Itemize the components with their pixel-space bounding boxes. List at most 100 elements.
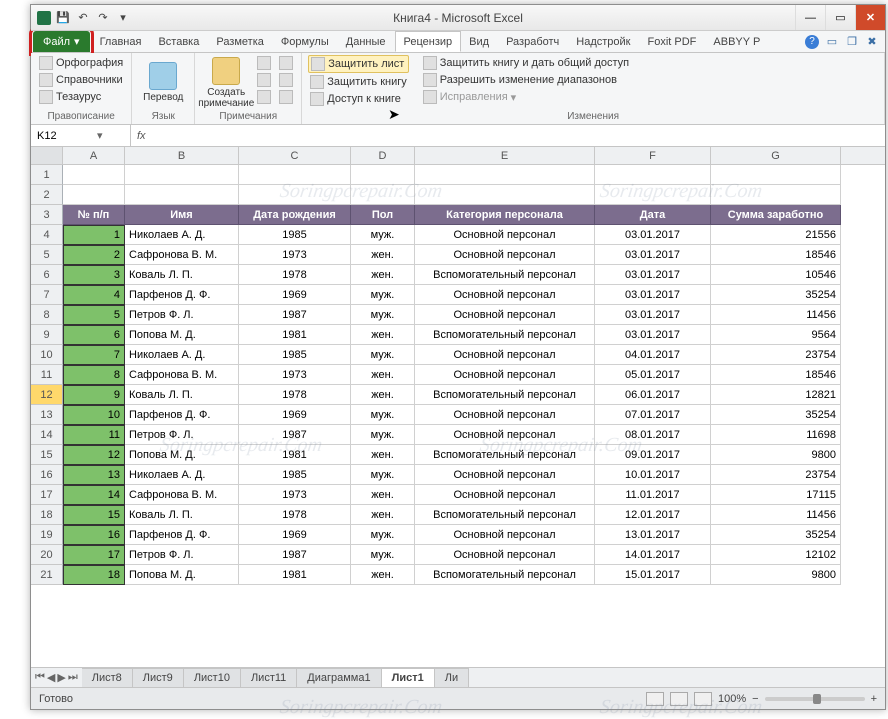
sheet-tab[interactable]: Лист11 (241, 668, 297, 687)
col-header-C[interactable]: C (239, 147, 351, 164)
cell[interactable]: 03.01.2017 (595, 245, 711, 265)
next-comment-button[interactable] (255, 89, 273, 105)
cell[interactable]: муж. (351, 545, 415, 565)
cell[interactable]: 1973 (239, 485, 351, 505)
cell[interactable]: жен. (351, 485, 415, 505)
ribbon-tab-9[interactable]: Foxit PDF (640, 31, 706, 52)
cell[interactable]: жен. (351, 245, 415, 265)
sheet-tab[interactable]: Диаграмма1 (297, 668, 381, 687)
ribbon-minimize-icon[interactable]: ▭ (825, 35, 839, 49)
cell[interactable]: 1981 (239, 445, 351, 465)
cell[interactable]: 1969 (239, 285, 351, 305)
cell[interactable]: № п/п (63, 205, 125, 225)
cell[interactable] (125, 185, 239, 205)
cell[interactable]: 10 (63, 405, 125, 425)
cell[interactable]: Николаев А. Д. (125, 225, 239, 245)
cell[interactable]: 12102 (711, 545, 841, 565)
cell[interactable]: Парфенов Д. Ф. (125, 405, 239, 425)
redo-icon[interactable]: ↷ (95, 10, 111, 26)
cell[interactable]: жен. (351, 325, 415, 345)
cell[interactable]: 21556 (711, 225, 841, 245)
row-header[interactable]: 12 (31, 385, 63, 405)
row-header[interactable]: 7 (31, 285, 63, 305)
allow-ranges-button[interactable]: Разрешить изменение диапазонов (421, 72, 631, 88)
cell[interactable]: 13 (63, 465, 125, 485)
cell[interactable]: 12 (63, 445, 125, 465)
undo-icon[interactable]: ↶ (75, 10, 91, 26)
zoom-in-button[interactable]: + (871, 693, 877, 705)
ribbon-tab-5[interactable]: Рецензир (395, 31, 462, 52)
show-all-button[interactable] (277, 72, 295, 88)
cell[interactable] (239, 165, 351, 185)
cell[interactable] (351, 165, 415, 185)
cell[interactable] (415, 185, 595, 205)
help-icon[interactable]: ? (805, 35, 819, 49)
sheet-nav-prev-icon[interactable]: ◀ (47, 671, 55, 684)
ribbon-tab-0[interactable]: Главная (92, 31, 151, 52)
cell[interactable]: 9800 (711, 565, 841, 585)
ribbon-tab-8[interactable]: Надстройк (568, 31, 639, 52)
cell[interactable]: Основной персонал (415, 525, 595, 545)
col-header-F[interactable]: F (595, 147, 711, 164)
close-button[interactable]: ✕ (855, 5, 885, 30)
cell[interactable]: Петров Ф. Л. (125, 305, 239, 325)
cell[interactable]: 11 (63, 425, 125, 445)
cell[interactable]: 18546 (711, 365, 841, 385)
protect-workbook-button[interactable]: Защитить книгу (308, 74, 409, 90)
cell[interactable]: 03.01.2017 (595, 285, 711, 305)
cell[interactable]: Петров Ф. Л. (125, 545, 239, 565)
cell[interactable]: 11456 (711, 305, 841, 325)
cell[interactable]: Категория персонала (415, 205, 595, 225)
cell[interactable]: 10546 (711, 265, 841, 285)
row-header[interactable]: 11 (31, 365, 63, 385)
research-button[interactable]: Справочники (37, 72, 125, 88)
cell[interactable]: Николаев А. Д. (125, 465, 239, 485)
ribbon-tab-4[interactable]: Данные (338, 31, 395, 52)
cell[interactable]: 13.01.2017 (595, 525, 711, 545)
cell[interactable]: Основной персонал (415, 285, 595, 305)
minimize-button[interactable]: ― (795, 5, 825, 30)
ribbon-tab-3[interactable]: Формулы (273, 31, 338, 52)
cell[interactable]: Основной персонал (415, 225, 595, 245)
ribbon-tab-7[interactable]: Разработч (498, 31, 568, 52)
row-header[interactable]: 15 (31, 445, 63, 465)
cell[interactable]: 7 (63, 345, 125, 365)
cell[interactable]: 1987 (239, 545, 351, 565)
cell[interactable]: муж. (351, 405, 415, 425)
cell[interactable]: 35254 (711, 285, 841, 305)
sheet-nav-last-icon[interactable]: ⏭ (68, 671, 78, 684)
cell[interactable]: 04.01.2017 (595, 345, 711, 365)
row-header[interactable]: 4 (31, 225, 63, 245)
sheet-tab[interactable]: Лист8 (82, 668, 133, 687)
cell[interactable]: 9800 (711, 445, 841, 465)
cell[interactable] (711, 185, 841, 205)
cell[interactable]: 1973 (239, 365, 351, 385)
cell[interactable]: 03.01.2017 (595, 225, 711, 245)
cell[interactable] (711, 165, 841, 185)
cell[interactable]: 5 (63, 305, 125, 325)
cell[interactable]: муж. (351, 285, 415, 305)
mdi-restore-icon[interactable]: ❐ (845, 35, 859, 49)
cell[interactable]: 18546 (711, 245, 841, 265)
cell[interactable]: 06.01.2017 (595, 385, 711, 405)
row-header[interactable]: 2 (31, 185, 63, 205)
cell[interactable]: муж. (351, 345, 415, 365)
cell[interactable] (63, 165, 125, 185)
cell[interactable]: Основной персонал (415, 305, 595, 325)
protect-share-button[interactable]: Защитить книгу и дать общий доступ (421, 55, 631, 71)
row-header[interactable]: 18 (31, 505, 63, 525)
prev-comment-button[interactable] (255, 72, 273, 88)
cell[interactable]: 05.01.2017 (595, 365, 711, 385)
cell[interactable]: 15.01.2017 (595, 565, 711, 585)
row-header[interactable]: 9 (31, 325, 63, 345)
cell[interactable]: Попова М. Д. (125, 325, 239, 345)
cell[interactable]: Коваль Л. П. (125, 265, 239, 285)
cell[interactable] (595, 165, 711, 185)
cell[interactable]: Вспомогательный персонал (415, 565, 595, 585)
name-box-dropdown-icon[interactable]: ▾ (97, 129, 103, 142)
cell[interactable]: Основной персонал (415, 245, 595, 265)
cell[interactable]: 1985 (239, 465, 351, 485)
cell[interactable] (125, 165, 239, 185)
cell[interactable]: муж. (351, 225, 415, 245)
cell[interactable]: 1981 (239, 325, 351, 345)
